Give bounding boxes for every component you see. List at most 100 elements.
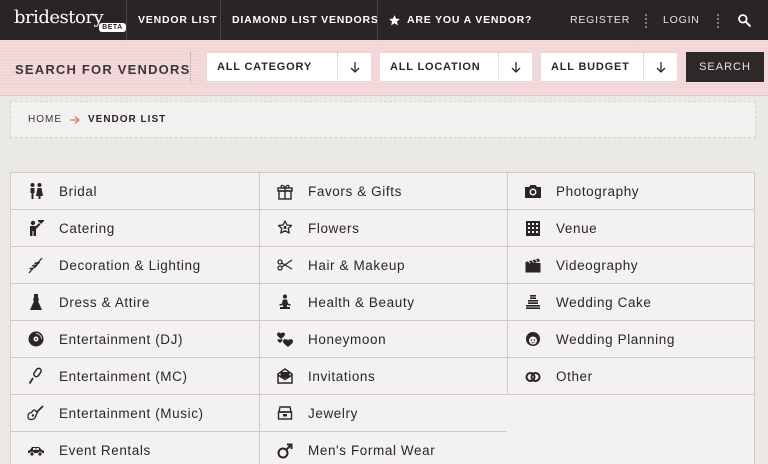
- category-label: Hair & Makeup: [308, 257, 406, 273]
- category-label: Videography: [556, 257, 639, 273]
- category-bridal[interactable]: Bridal: [11, 173, 259, 210]
- couple-icon: [27, 182, 45, 200]
- category-label: Other: [556, 368, 593, 384]
- search-icon[interactable]: [737, 13, 751, 27]
- male-icon: [276, 442, 294, 460]
- building-icon: [524, 219, 542, 237]
- category-hair-makeup[interactable]: Hair & Makeup: [260, 247, 507, 284]
- arrow-down-icon: [643, 52, 677, 82]
- logo-text: bridestory: [14, 7, 104, 28]
- search-button[interactable]: SEARCH: [686, 52, 764, 82]
- category-label: Jewelry: [308, 405, 358, 421]
- category-label: Flowers: [308, 220, 360, 236]
- category-label: Health & Beauty: [308, 294, 415, 310]
- category-entertainment-music[interactable]: Entertainment (Music): [11, 395, 259, 432]
- category-decoration-lighting[interactable]: Decoration & Lighting: [11, 247, 259, 284]
- waiter-icon: [27, 219, 45, 237]
- category-label: Wedding Cake: [556, 294, 652, 310]
- cake-icon: [524, 293, 542, 311]
- rings-icon: [524, 367, 542, 385]
- category-catering[interactable]: Catering: [11, 210, 259, 247]
- category-label: Catering: [59, 220, 115, 236]
- category-column-2: Favors & Gifts Flowers Hair & Makeup Hea…: [259, 173, 507, 464]
- vendor-category-grid: Bridal Catering Decoration & Lighting Dr…: [10, 172, 755, 464]
- yoga-icon: [276, 293, 294, 311]
- category-label: Bridal: [59, 183, 98, 199]
- nav-dotted-separator: [645, 14, 647, 28]
- category-label: Invitations: [308, 368, 376, 384]
- category-label: Event Rentals: [59, 443, 151, 458]
- scissors-icon: [276, 256, 294, 274]
- car-icon: [27, 442, 45, 460]
- nav-separator: [220, 0, 221, 40]
- category-health-beauty[interactable]: Health & Beauty: [260, 284, 507, 321]
- location-dropdown[interactable]: ALL LOCATION: [379, 52, 533, 82]
- leaf-icon: [27, 256, 45, 274]
- category-label: Men's Formal Wear: [308, 443, 436, 458]
- category-venue[interactable]: Venue: [508, 210, 755, 247]
- nav-diamond-list-vendors[interactable]: DIAMOND LIST VENDORS: [232, 0, 379, 40]
- category-label: Venue: [556, 220, 598, 236]
- clapperboard-icon: [524, 256, 542, 274]
- category-honeymoon[interactable]: Honeymoon: [260, 321, 507, 358]
- login-link[interactable]: LOGIN: [663, 0, 700, 40]
- hearts-icon: [276, 330, 294, 348]
- search-divider: [190, 52, 191, 84]
- category-favors-gifts[interactable]: Favors & Gifts: [260, 173, 507, 210]
- category-label: Decoration & Lighting: [59, 257, 201, 273]
- guitar-icon: [27, 404, 45, 422]
- category-wedding-cake[interactable]: Wedding Cake: [508, 284, 755, 321]
- category-other[interactable]: Other: [508, 358, 755, 395]
- category-column-3: Photography Venue Videography Wedding Ca…: [507, 173, 755, 395]
- flower-icon: [276, 219, 294, 237]
- nav-are-you-a-vendor[interactable]: ARE YOU A VENDOR?: [388, 0, 532, 40]
- category-wedding-planning[interactable]: Wedding Planning: [508, 321, 755, 358]
- category-entertainment-dj[interactable]: Entertainment (DJ): [11, 321, 259, 358]
- arrow-down-icon: [337, 52, 371, 82]
- category-mens-formal-wear[interactable]: Men's Formal Wear: [260, 432, 507, 464]
- category-videography[interactable]: Videography: [508, 247, 755, 284]
- category-label: Entertainment (MC): [59, 368, 188, 384]
- breadcrumb-current: VENDOR LIST: [88, 114, 167, 125]
- nav-vendor-list[interactable]: VENDOR LIST: [138, 0, 217, 40]
- category-dress-attire[interactable]: Dress & Attire: [11, 284, 259, 321]
- category-label: Honeymoon: [308, 331, 387, 347]
- jewelry-box-icon: [276, 404, 294, 422]
- nav-separator: [126, 0, 127, 40]
- camera-icon: [524, 182, 542, 200]
- gift-icon: [276, 182, 294, 200]
- register-link[interactable]: REGISTER: [570, 0, 630, 40]
- bridestory-logo[interactable]: bridestory BETA: [14, 7, 126, 32]
- category-label: Dress & Attire: [59, 294, 150, 310]
- category-jewelry[interactable]: Jewelry: [260, 395, 507, 432]
- category-column-1: Bridal Catering Decoration & Lighting Dr…: [11, 173, 259, 464]
- category-label: Favors & Gifts: [308, 183, 402, 199]
- budget-dropdown[interactable]: ALL BUDGET: [540, 52, 678, 82]
- vinyl-icon: [27, 330, 45, 348]
- category-event-rentals[interactable]: Event Rentals: [11, 432, 259, 464]
- category-photography[interactable]: Photography: [508, 173, 755, 210]
- breadcrumb: HOME VENDOR LIST: [10, 101, 756, 138]
- nav-dotted-separator: [717, 14, 719, 28]
- beta-badge: BETA: [99, 23, 126, 32]
- are-you-a-vendor-label: ARE YOU A VENDOR?: [407, 14, 533, 26]
- arrow-down-icon: [498, 52, 532, 82]
- location-dropdown-label: ALL LOCATION: [390, 61, 481, 73]
- envelope-icon: [276, 367, 294, 385]
- category-dropdown-label: ALL CATEGORY: [217, 61, 312, 73]
- microphone-icon: [27, 367, 45, 385]
- search-title: SEARCH FOR VENDORS: [15, 62, 191, 77]
- category-dropdown[interactable]: ALL CATEGORY: [206, 52, 372, 82]
- planner-icon: [524, 330, 542, 348]
- top-navigation-bar: bridestory BETA VENDOR LIST DIAMOND LIST…: [0, 0, 768, 40]
- dress-icon: [27, 293, 45, 311]
- category-label: Photography: [556, 183, 640, 199]
- category-entertainment-mc[interactable]: Entertainment (MC): [11, 358, 259, 395]
- breadcrumb-home[interactable]: HOME: [28, 114, 62, 125]
- star-icon: [388, 14, 401, 27]
- category-invitations[interactable]: Invitations: [260, 358, 507, 395]
- category-label: Wedding Planning: [556, 331, 675, 347]
- nav-separator: [377, 0, 378, 40]
- category-flowers[interactable]: Flowers: [260, 210, 507, 247]
- budget-dropdown-label: ALL BUDGET: [551, 61, 630, 73]
